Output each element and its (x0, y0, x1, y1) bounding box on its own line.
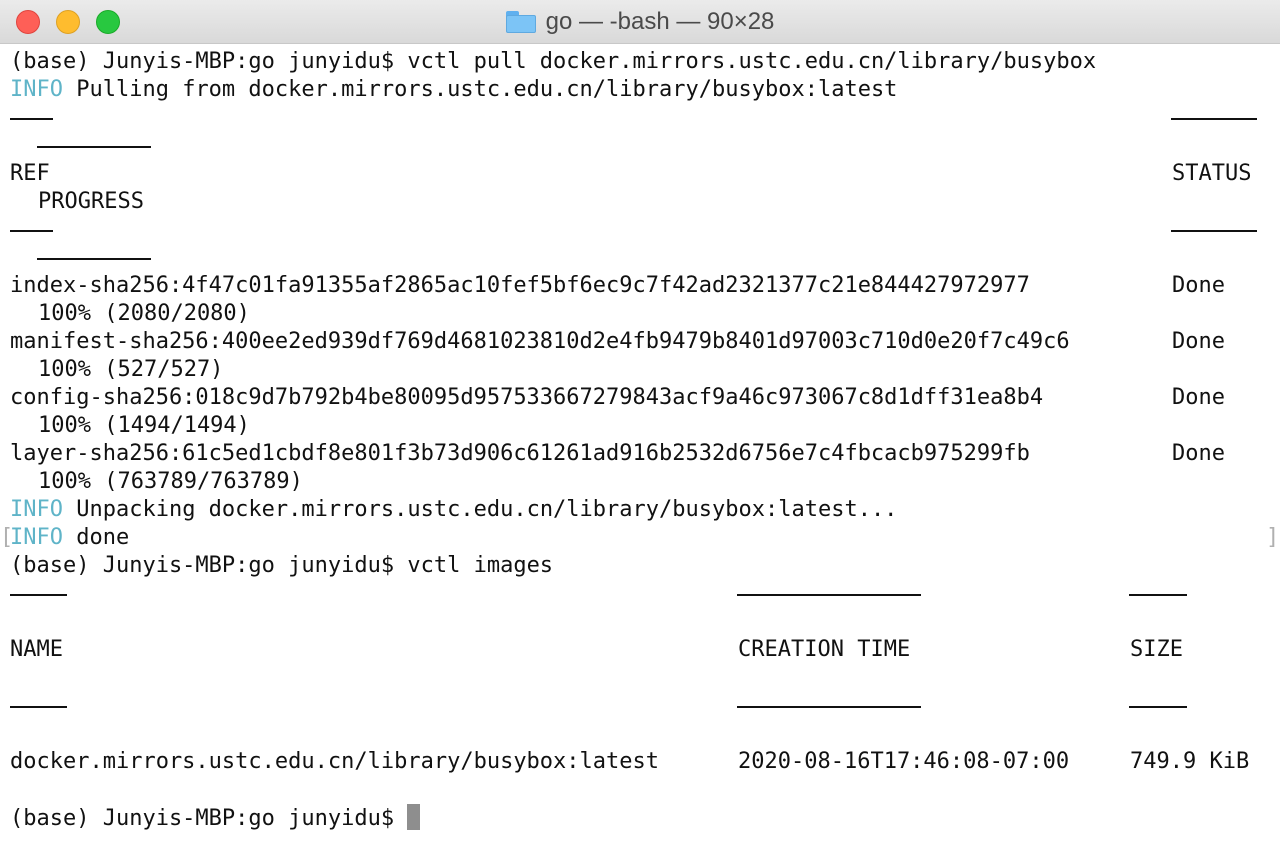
mark-bracket-right: ] (1266, 525, 1280, 550)
header-progress: PROGRESS (38, 189, 144, 214)
info-line-done: INFO done (10, 524, 129, 552)
folder-icon (505, 11, 536, 33)
pull-row-progress: 100% (763789/763789) (38, 469, 303, 494)
pull-row-status: Done (1172, 441, 1225, 466)
command-text: vctl pull docker.mirrors.ustc.edu.cn/lib… (407, 49, 1097, 74)
pull-row-progress: 100% (527/527) (38, 357, 224, 382)
command-line-images: (base) Junyis-MBP:go junyidu$ vctl image… (10, 552, 553, 580)
title-bar: go — -bash — 90×28 (0, 0, 1280, 44)
pull-row-status: Done (1172, 329, 1225, 354)
image-row-creation-time: 2020-08-16T17:46:08-07:00 (738, 749, 1070, 774)
info-tag: INFO (10, 77, 63, 102)
image-row-name: docker.mirrors.ustc.edu.cn/library/busyb… (10, 749, 660, 774)
header-status: STATUS (1172, 161, 1252, 186)
info-text: Unpacking docker.mirrors.ustc.edu.cn/lib… (76, 497, 898, 522)
table-rule (10, 230, 53, 232)
prompt: (base) Junyis-MBP:go junyidu$ (10, 49, 395, 74)
prompt: (base) Junyis-MBP:go junyidu$ (10, 553, 395, 578)
mark-bracket-left: [ (0, 525, 14, 550)
text-cursor[interactable] (407, 804, 421, 830)
table-rule (1171, 230, 1257, 232)
pull-row-ref: config-sha256:018c9d7b792b4be80095d95753… (10, 385, 1044, 410)
prompt: (base) Junyis-MBP:go junyidu$ (10, 806, 395, 831)
window-title-group: go — -bash — 90×28 (0, 0, 1280, 44)
header-ref: REF (10, 161, 50, 186)
info-text: Pulling from docker.mirrors.ustc.edu.cn/… (76, 77, 898, 102)
image-row-size: 749.9 KiB (1130, 749, 1250, 774)
table-rule (737, 706, 921, 708)
table-rule (1129, 706, 1187, 708)
info-tag: INFO (10, 525, 63, 550)
info-line-unpacking: INFO Unpacking docker.mirrors.ustc.edu.c… (10, 496, 897, 524)
table-rule (37, 146, 151, 148)
command-line-pull: (base) Junyis-MBP:go junyidu$ vctl pull … (10, 48, 1096, 76)
info-text: done (76, 525, 130, 550)
header-name: NAME (10, 637, 63, 662)
pull-row-progress: 100% (1494/1494) (38, 413, 250, 438)
pull-row-progress: 100% (2080/2080) (38, 301, 250, 326)
table-rule (10, 706, 67, 708)
table-rule (1129, 594, 1187, 596)
pull-row-status: Done (1172, 385, 1225, 410)
table-rule (37, 258, 151, 260)
table-rule (1171, 118, 1257, 120)
header-creation-time: CREATION TIME (738, 637, 911, 662)
pull-row-ref: index-sha256:4f47c01fa91355af2865ac10fef… (10, 273, 1030, 298)
pull-row-status: Done (1172, 273, 1225, 298)
table-rule (10, 118, 53, 120)
command-line-current: (base) Junyis-MBP:go junyidu$ (10, 804, 421, 832)
terminal-output[interactable]: (base) Junyis-MBP:go junyidu$ vctl pull … (0, 44, 1280, 842)
pull-row-ref: manifest-sha256:400ee2ed939df769d4681023… (10, 329, 1070, 354)
header-size: SIZE (1130, 637, 1183, 662)
table-rule (10, 594, 67, 596)
window-title: go — -bash — 90×28 (545, 8, 775, 35)
info-tag: INFO (10, 497, 63, 522)
info-line-pulling: INFO Pulling from docker.mirrors.ustc.ed… (10, 76, 897, 104)
pull-row-ref: layer-sha256:61c5ed1cbdf8e801f3b73d906c6… (10, 441, 1030, 466)
command-text: vctl images (407, 553, 554, 578)
table-rule (737, 594, 921, 596)
